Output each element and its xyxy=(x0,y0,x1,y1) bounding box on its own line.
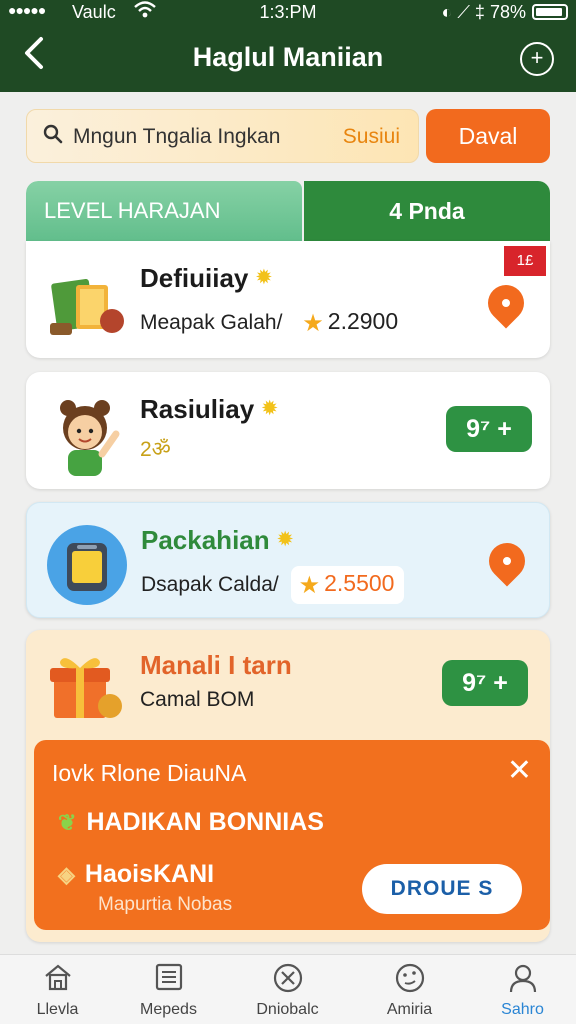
promo-banner: Iovk Rlone DiauNA ✕ ❦ HADIKAN BONNIAS ◈ Ha… xyxy=(34,740,550,930)
status-bar: ●●●●● Vaulc 1:3:PM ◐ ⟋ ‡ 78% xyxy=(0,0,576,26)
item-name: Rasiuliay xyxy=(140,394,255,424)
add-button[interactable]: 9⁷ + xyxy=(446,406,532,452)
item-name: Packahian xyxy=(141,525,270,555)
item-subtitle: 2ॐ xyxy=(140,438,171,461)
nav-label: Llevla xyxy=(36,1001,79,1018)
item-subtitle: Meapak Galah/ xyxy=(140,311,283,334)
item-name: Manali I tarn xyxy=(140,650,292,680)
nav-item-cancel[interactable]: Dniobalc xyxy=(230,963,345,1023)
bottom-nav: Llevla Mepeds Dniobalc Amiria Sahro xyxy=(0,954,576,1024)
item-subtitle: Camal BOM xyxy=(140,688,255,711)
star-icon: ✹ xyxy=(256,267,272,287)
menu-button[interactable]: + xyxy=(520,42,554,76)
promo-subtext: Mapurtia Nobas xyxy=(98,894,233,915)
list-icon xyxy=(152,963,186,993)
girl-avatar xyxy=(46,394,126,476)
star-icon: ★ xyxy=(298,572,321,599)
battery-icon xyxy=(532,4,568,20)
star-icon: ✹ xyxy=(277,529,293,549)
search-icon xyxy=(43,124,63,150)
search-button[interactable]: Daval xyxy=(426,109,550,163)
item-price: 2.2900 xyxy=(327,308,399,334)
promo-title: Iovk Rlone DiauNA xyxy=(52,760,247,786)
tab-bar: LEVEL HARAJAN 4 Pnda xyxy=(26,181,550,241)
location-pin-icon[interactable] xyxy=(480,277,532,329)
home-icon xyxy=(41,963,75,993)
app-header: ●●●●● Vaulc 1:3:PM ◐ ⟋ ‡ 78% Haglul Mani… xyxy=(0,0,576,92)
flag-badge: 1£ xyxy=(504,246,546,276)
close-circle-icon xyxy=(271,963,305,993)
nav-label: Mepeds xyxy=(140,1001,197,1018)
add-button[interactable]: 9⁷ + xyxy=(442,660,528,706)
list-item[interactable]: Defiuiiay ✹ Meapak Galah/ ★ 2.2900 1£ xyxy=(26,241,550,358)
item-price: 2.5500 xyxy=(324,570,395,596)
books-icon xyxy=(46,263,126,343)
search-bar[interactable]: Mngun Tngalia Ingkan Susiui xyxy=(26,109,419,163)
plus-circle-icon: + xyxy=(530,45,544,70)
nav-item-home[interactable]: Llevla xyxy=(0,963,115,1023)
smiley-icon xyxy=(393,963,427,993)
nav-label: Amiria xyxy=(386,1001,433,1018)
nav-label: Dniobalc xyxy=(256,1001,319,1018)
nav-item-smiley[interactable]: Amiria xyxy=(352,963,467,1023)
price-tag: ★ 2.5500 xyxy=(290,566,405,604)
location-pin-icon[interactable] xyxy=(481,535,533,587)
promo-line: HADIKAN BONNIAS xyxy=(86,808,324,836)
promo-line: HaoisKANI xyxy=(84,860,215,888)
leaf-icon: ❦ xyxy=(58,810,77,835)
list-item[interactable]: Packahian ✹ Dsapak Calda/ ★ 2.5500 xyxy=(26,502,550,618)
close-icon[interactable]: ✕ xyxy=(507,756,532,786)
page-title: Haglul Maniian xyxy=(192,42,384,72)
device-icon xyxy=(47,525,127,605)
item-subtitle: Dsapak Calda/ xyxy=(141,573,279,596)
star-icon: ✹ xyxy=(262,398,278,418)
tab-level[interactable]: LEVEL HARAJAN xyxy=(26,181,302,241)
user-icon xyxy=(506,963,540,993)
nav-label: Sahro xyxy=(501,1001,544,1018)
promo-button[interactable]: DROUE S xyxy=(362,864,522,914)
search-input[interactable]: Mngun Tngalia Ingkan xyxy=(73,125,280,149)
list-item[interactable]: Rasiuliay ✹ 2ॐ 9⁷ + xyxy=(26,372,550,489)
search-suffix: Susiui xyxy=(342,125,400,148)
item-name: Defiuiiay xyxy=(140,263,249,293)
nav-item-list[interactable]: Mepeds xyxy=(111,963,226,1023)
status-right-icons: ◐ ⟋ ‡ 78% xyxy=(441,2,526,22)
star-icon: ★ xyxy=(302,310,324,337)
gift-icon xyxy=(46,646,126,726)
price-tag: ★ 2.2900 xyxy=(294,304,408,342)
nav-item-profile[interactable]: Sahro xyxy=(465,963,576,1023)
tab-count[interactable]: 4 Pnda xyxy=(304,181,550,241)
coins-icon: ◈ xyxy=(58,862,75,887)
battery-percent: 78% xyxy=(489,2,526,22)
